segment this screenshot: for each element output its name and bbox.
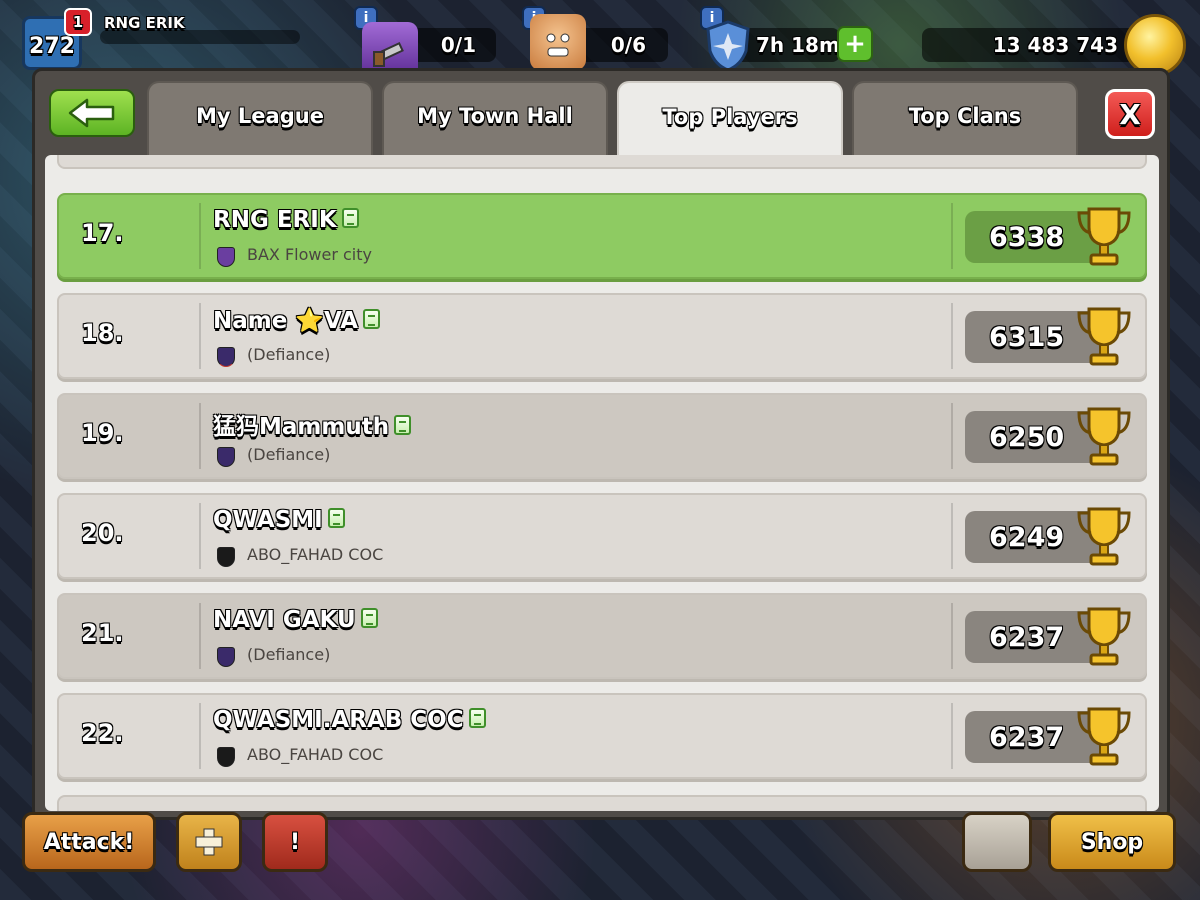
leaderboard-window: My League My Town Hall Top Players Top C… — [32, 68, 1170, 820]
trophy-count: 6338 — [989, 221, 1065, 253]
clan-name[interactable]: BAX Flower city — [247, 245, 372, 264]
left-arrow-icon — [68, 98, 115, 128]
gold-coin-icon — [1124, 14, 1186, 76]
player-row[interactable]: 20. QWASMI ABO_FAHAD COC 6249 — [57, 493, 1147, 579]
player-name-cell[interactable]: QWASMI.ARAB COC — [213, 707, 486, 733]
player-name: Name ⭐VA — [213, 308, 359, 334]
builder-face-icon[interactable] — [530, 14, 586, 70]
tab-my-league[interactable]: My League — [147, 81, 373, 157]
tab-top-players[interactable]: Top Players — [617, 81, 843, 159]
player-list[interactable]: 17. RNG ERIK BAX Flower city 6338 18. Na… — [45, 155, 1159, 811]
clan-badge-icon — [217, 647, 235, 667]
builders-count: 0/6 — [610, 33, 646, 57]
list-item-partial — [57, 795, 1147, 811]
player-rank: 21. — [81, 619, 124, 647]
clan-name[interactable]: ABO_FAHAD COC — [247, 545, 383, 564]
player-name-cell[interactable]: 猛犸Mammuth — [213, 407, 412, 441]
experience-bar — [100, 30, 300, 44]
alert-icon[interactable]: ! — [262, 812, 328, 872]
shop-label: Shop — [1080, 829, 1144, 855]
player-name-cell[interactable]: Name ⭐VA — [213, 307, 381, 334]
add-shield-button[interactable]: + — [837, 26, 873, 62]
shop-button[interactable]: Shop — [1048, 812, 1176, 872]
chat-icon — [341, 208, 359, 228]
shield-icon[interactable] — [702, 18, 754, 74]
tab-label: My League — [196, 104, 324, 128]
trophy-icon — [1077, 607, 1131, 666]
player-row[interactable]: 21. NAVI GAKU (Defiance) 6237 — [57, 593, 1147, 679]
tab-label: Top Clans — [908, 104, 1022, 128]
trophy-icon — [1077, 207, 1131, 266]
clan-badge-icon — [217, 247, 235, 267]
clan-badge-icon — [217, 447, 235, 467]
player-rank: 19. — [81, 419, 124, 447]
player-name-cell[interactable]: NAVI GAKU — [213, 607, 378, 633]
clan-badge-icon — [217, 547, 235, 567]
trophy-count: 6237 — [989, 621, 1065, 653]
player-name-cell[interactable]: RNG ERIK — [213, 207, 359, 233]
player-level: 272 — [29, 34, 75, 59]
trophy-icon — [1077, 407, 1131, 466]
chat-icon — [360, 608, 378, 628]
builder-potion-count: 0/1 — [440, 33, 476, 57]
trophy-count: 6249 — [989, 521, 1065, 553]
player-name: QWASMI — [213, 507, 323, 533]
shield-time: 7h 18m — [756, 33, 840, 57]
close-icon: X — [1119, 97, 1141, 131]
player-name: 猛犸Mammuth — [213, 414, 390, 440]
chat-icon — [468, 708, 486, 728]
player-rank: 18. — [81, 319, 124, 347]
gold-counter: 13 483 743 — [922, 28, 1152, 62]
chat-icon — [394, 415, 412, 435]
player-row[interactable]: 17. RNG ERIK BAX Flower city 6338 — [57, 193, 1147, 279]
clan-badge-icon — [217, 347, 235, 367]
trophy-count: 6250 — [989, 421, 1065, 453]
player-rank: 20. — [81, 519, 124, 547]
attack-button[interactable]: Attack! — [22, 812, 156, 872]
player-name: NAVI GAKU — [213, 607, 356, 633]
player-name-cell[interactable]: QWASMI — [213, 507, 345, 533]
clan-badge-icon — [217, 747, 235, 767]
chat-icon — [327, 508, 345, 528]
news-icon[interactable] — [962, 812, 1032, 872]
tab-label: Top Players — [662, 105, 798, 129]
player-name: QWASMI.ARAB COC — [213, 707, 464, 733]
trophy-icon — [1077, 707, 1131, 766]
trophy-icon — [1077, 507, 1131, 566]
back-button[interactable] — [49, 89, 135, 137]
clan-name[interactable]: ABO_FAHAD COC — [247, 745, 383, 764]
tab-label: My Town Hall — [417, 104, 573, 128]
tab-my-town-hall[interactable]: My Town Hall — [382, 81, 608, 157]
notification-badge: 1 — [64, 8, 92, 36]
close-button[interactable]: X — [1105, 89, 1155, 139]
player-name: RNG ERIK — [213, 207, 337, 233]
player-row[interactable]: 19. 猛犸Mammuth (Defiance) 6250 — [57, 393, 1147, 479]
gold-amount: 13 483 743 — [992, 33, 1118, 57]
clan-name[interactable]: (Defiance) — [247, 445, 330, 464]
clan-name[interactable]: (Defiance) — [247, 645, 330, 664]
player-row[interactable]: 18. Name ⭐VA (Defiance) 6315 — [57, 293, 1147, 379]
heal-shield-icon[interactable] — [176, 812, 242, 872]
attack-label: Attack! — [43, 829, 135, 855]
trophy-count: 6315 — [989, 321, 1065, 353]
trophy-icon — [1077, 307, 1131, 366]
list-item-partial — [57, 155, 1147, 169]
tab-top-clans[interactable]: Top Clans — [852, 81, 1078, 157]
player-rank: 17. — [81, 219, 124, 247]
chat-icon — [363, 309, 381, 329]
notification-count: 1 — [72, 13, 84, 31]
player-rank: 22. — [81, 719, 124, 747]
trophy-count: 6237 — [989, 721, 1065, 753]
clan-name[interactable]: (Defiance) — [247, 345, 330, 364]
player-row[interactable]: 22. QWASMI.ARAB COC ABO_FAHAD COC 6237 — [57, 693, 1147, 779]
